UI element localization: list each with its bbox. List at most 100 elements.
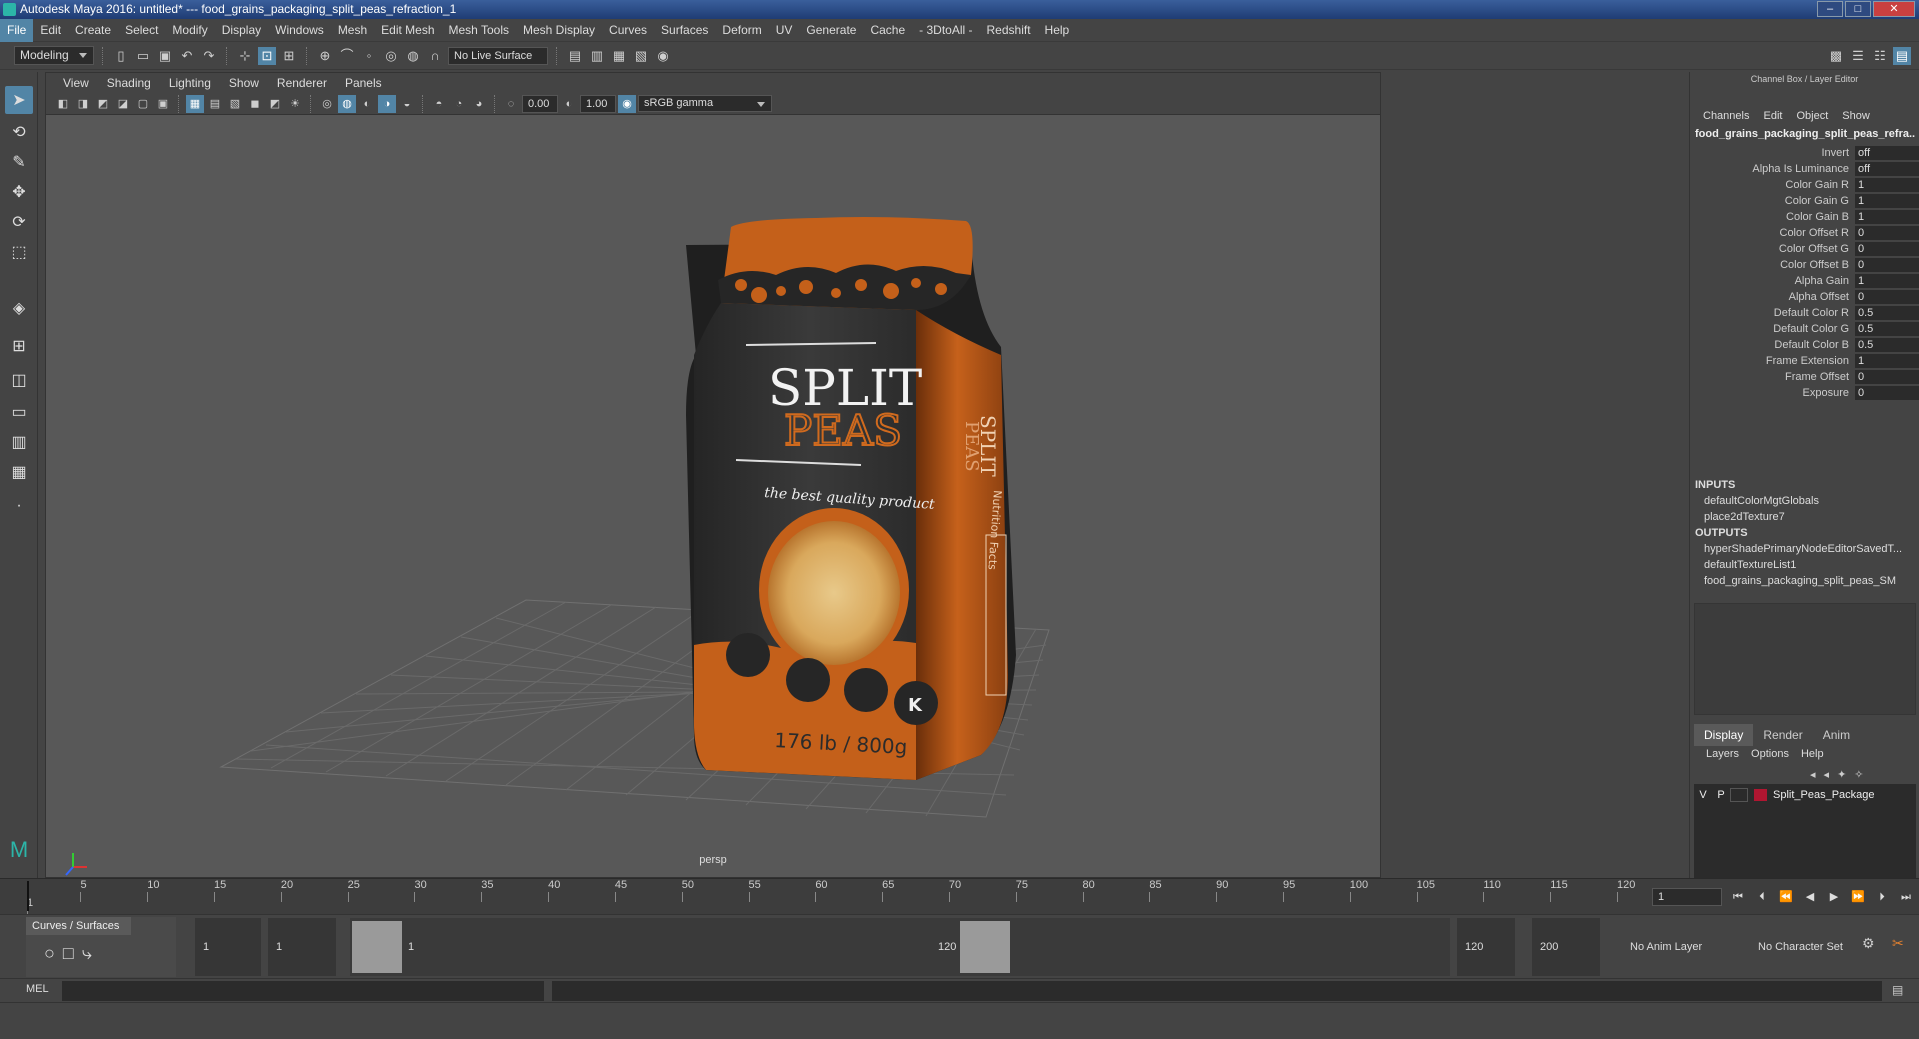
menu-edit-mesh[interactable]: Edit Mesh (374, 19, 441, 42)
anim-layer-dropdown[interactable]: No Anim Layer (1622, 918, 1732, 976)
layer-playback-toggle[interactable]: P (1712, 789, 1730, 801)
nurbs-circle-icon[interactable]: ○ (44, 943, 55, 964)
nurbs-square-icon[interactable]: □ (63, 943, 74, 964)
color-management-icon[interactable]: ◉ (618, 94, 636, 113)
step-forward-frame-icon[interactable]: ⏵ (1872, 888, 1892, 906)
playback-start-field[interactable]: 1 (268, 918, 336, 976)
persp-graph-layout-icon[interactable]: ▭ (5, 398, 33, 426)
viewport-menu-show[interactable]: Show (220, 73, 268, 93)
attribute-row[interactable]: Color Offset R 0 (1690, 225, 1919, 241)
end-time-field[interactable]: 200 (1532, 918, 1600, 976)
viewport-menu-renderer[interactable]: Renderer (268, 73, 336, 93)
scale-tool-icon[interactable]: ⬚ (5, 238, 33, 266)
live-surface-field[interactable]: No Live Surface (448, 46, 548, 65)
attribute-value[interactable]: 0 (1855, 242, 1919, 256)
split-peas-package-model[interactable]: SPLIT PEAS the best quality product K 17… (686, 217, 1016, 780)
output-node[interactable]: defaultTextureList1 (1695, 557, 1915, 573)
range-slider[interactable]: 1 120 (350, 918, 1450, 976)
snap-surface-icon[interactable]: ◍ (404, 47, 422, 65)
layer-menu-options[interactable]: Options (1745, 748, 1795, 766)
channel-box-icon[interactable]: ▤ (1893, 47, 1911, 65)
anim-prefs-icon[interactable]: ⚙ (1862, 935, 1875, 952)
character-set-dropdown[interactable]: No Character Set (1750, 918, 1860, 976)
tab-anim[interactable]: Anim (1813, 724, 1860, 746)
step-back-frame-icon[interactable]: ⏴ (1752, 888, 1772, 906)
attribute-row[interactable]: Exposure 0 (1690, 385, 1919, 401)
isolate-icon[interactable]: ◎ (318, 95, 336, 113)
snap-point-icon[interactable]: ◦ (360, 47, 378, 65)
render-view-icon[interactable]: ◉ (654, 47, 672, 65)
start-time-field[interactable]: 1 (195, 918, 261, 976)
menu-modify[interactable]: Modify (165, 19, 214, 42)
menu-create[interactable]: Create (68, 19, 118, 42)
viewport-menu-view[interactable]: View (54, 73, 98, 93)
menu-cache[interactable]: Cache (863, 19, 912, 42)
attribute-editor-icon[interactable]: ☰ (1849, 47, 1867, 65)
layer-type-toggle[interactable] (1730, 788, 1748, 802)
play-backward-icon[interactable]: ◀ (1800, 888, 1820, 906)
attribute-row[interactable]: Alpha Is Luminance off (1690, 161, 1919, 177)
go-to-start-icon[interactable]: ⏮ (1728, 888, 1748, 906)
close-button[interactable]: ✕ (1873, 1, 1915, 17)
persp-outliner-layout-icon[interactable]: ◫ (5, 366, 33, 394)
minimize-button[interactable]: – (1817, 1, 1843, 17)
attribute-value[interactable]: 1 (1855, 194, 1919, 208)
layer-menu-layers[interactable]: Layers (1700, 748, 1745, 766)
motion-blur-icon[interactable]: ◓ (430, 95, 448, 113)
layout-more-icon[interactable]: · (5, 492, 33, 520)
channel-menu-channels[interactable]: Channels (1696, 110, 1756, 126)
step-back-key-icon[interactable]: ⏪ (1776, 888, 1796, 906)
snap-magnet-icon[interactable]: ∩ (426, 47, 444, 65)
layer-row[interactable]: V P Split_Peas_Package (1694, 786, 1916, 804)
tool-settings-icon[interactable]: ☷ (1871, 47, 1889, 65)
tab-render[interactable]: Render (1753, 724, 1812, 746)
gamma-field[interactable]: 1.00 (580, 94, 616, 113)
maximize-button[interactable]: □ (1845, 1, 1871, 17)
menu-surfaces[interactable]: Surfaces (654, 19, 715, 42)
save-scene-icon[interactable]: ▣ (156, 47, 174, 65)
attribute-value[interactable]: 0 (1855, 290, 1919, 304)
menu-edit[interactable]: Edit (33, 19, 68, 42)
undo-icon[interactable]: ↶ (178, 47, 196, 65)
move-layer-up-icon[interactable]: ◂ (1810, 768, 1816, 781)
new-layer-icon[interactable]: ✦ (1837, 768, 1846, 781)
scene-view[interactable]: SPLIT PEAS the best quality product K 17… (46, 115, 1381, 878)
viewport-menu-panels[interactable]: Panels (336, 73, 391, 93)
script-editor-icon[interactable]: ▤ (1892, 983, 1903, 997)
play-forward-icon[interactable]: ▶ (1824, 888, 1844, 906)
selected-node-name[interactable]: food_grains_packaging_split_peas_refra..… (1695, 128, 1915, 140)
menu-display[interactable]: Display (215, 19, 268, 42)
menu-3dtoall[interactable]: - 3DtoAll - (912, 19, 979, 42)
menu-windows[interactable]: Windows (268, 19, 331, 42)
smooth-shade-icon[interactable]: ◼ (246, 95, 264, 113)
attribute-row[interactable]: Alpha Offset 0 (1690, 289, 1919, 305)
dof-icon[interactable]: ◔ (450, 95, 468, 113)
attribute-value[interactable]: 0.5 (1855, 322, 1919, 336)
channel-menu-edit[interactable]: Edit (1756, 110, 1789, 126)
ao-icon[interactable]: ◑ (378, 94, 396, 113)
image-plane-icon[interactable]: ◪ (114, 95, 132, 113)
new-scene-icon[interactable]: ▯ (112, 47, 130, 65)
safe-action-icon[interactable]: ▤ (206, 95, 224, 113)
snap-curve-icon[interactable]: ⌒ (338, 47, 356, 65)
move-layer-down-icon[interactable]: ◂ (1824, 768, 1830, 781)
render-frame-icon[interactable]: ▤ (566, 47, 584, 65)
attribute-value[interactable]: 0.5 (1855, 338, 1919, 352)
go-to-end-icon[interactable]: ⏭ (1896, 888, 1916, 906)
outliner-layout-icon[interactable]: ▦ (5, 458, 33, 486)
four-view-layout-icon[interactable]: ⊞ (5, 332, 33, 360)
menu-generate[interactable]: Generate (799, 19, 863, 42)
rotate-tool-icon[interactable]: ⟳ (5, 208, 33, 236)
exposure-field[interactable]: 0.00 (522, 94, 558, 113)
exposure-icon[interactable]: ◌ (502, 95, 520, 113)
attribute-value[interactable]: 1 (1855, 274, 1919, 288)
menu-select[interactable]: Select (118, 19, 165, 42)
redo-icon[interactable]: ↷ (200, 47, 218, 65)
new-layer-selected-icon[interactable]: ✧ (1854, 768, 1863, 781)
move-tool-icon[interactable]: ✥ (5, 178, 33, 206)
select-object-icon[interactable]: ⊡ (258, 46, 276, 65)
range-end-handle[interactable] (960, 921, 1010, 973)
command-language-label[interactable]: MEL (26, 983, 49, 995)
attribute-value[interactable]: 0.5 (1855, 306, 1919, 320)
layer-visibility-toggle[interactable]: V (1694, 789, 1712, 801)
